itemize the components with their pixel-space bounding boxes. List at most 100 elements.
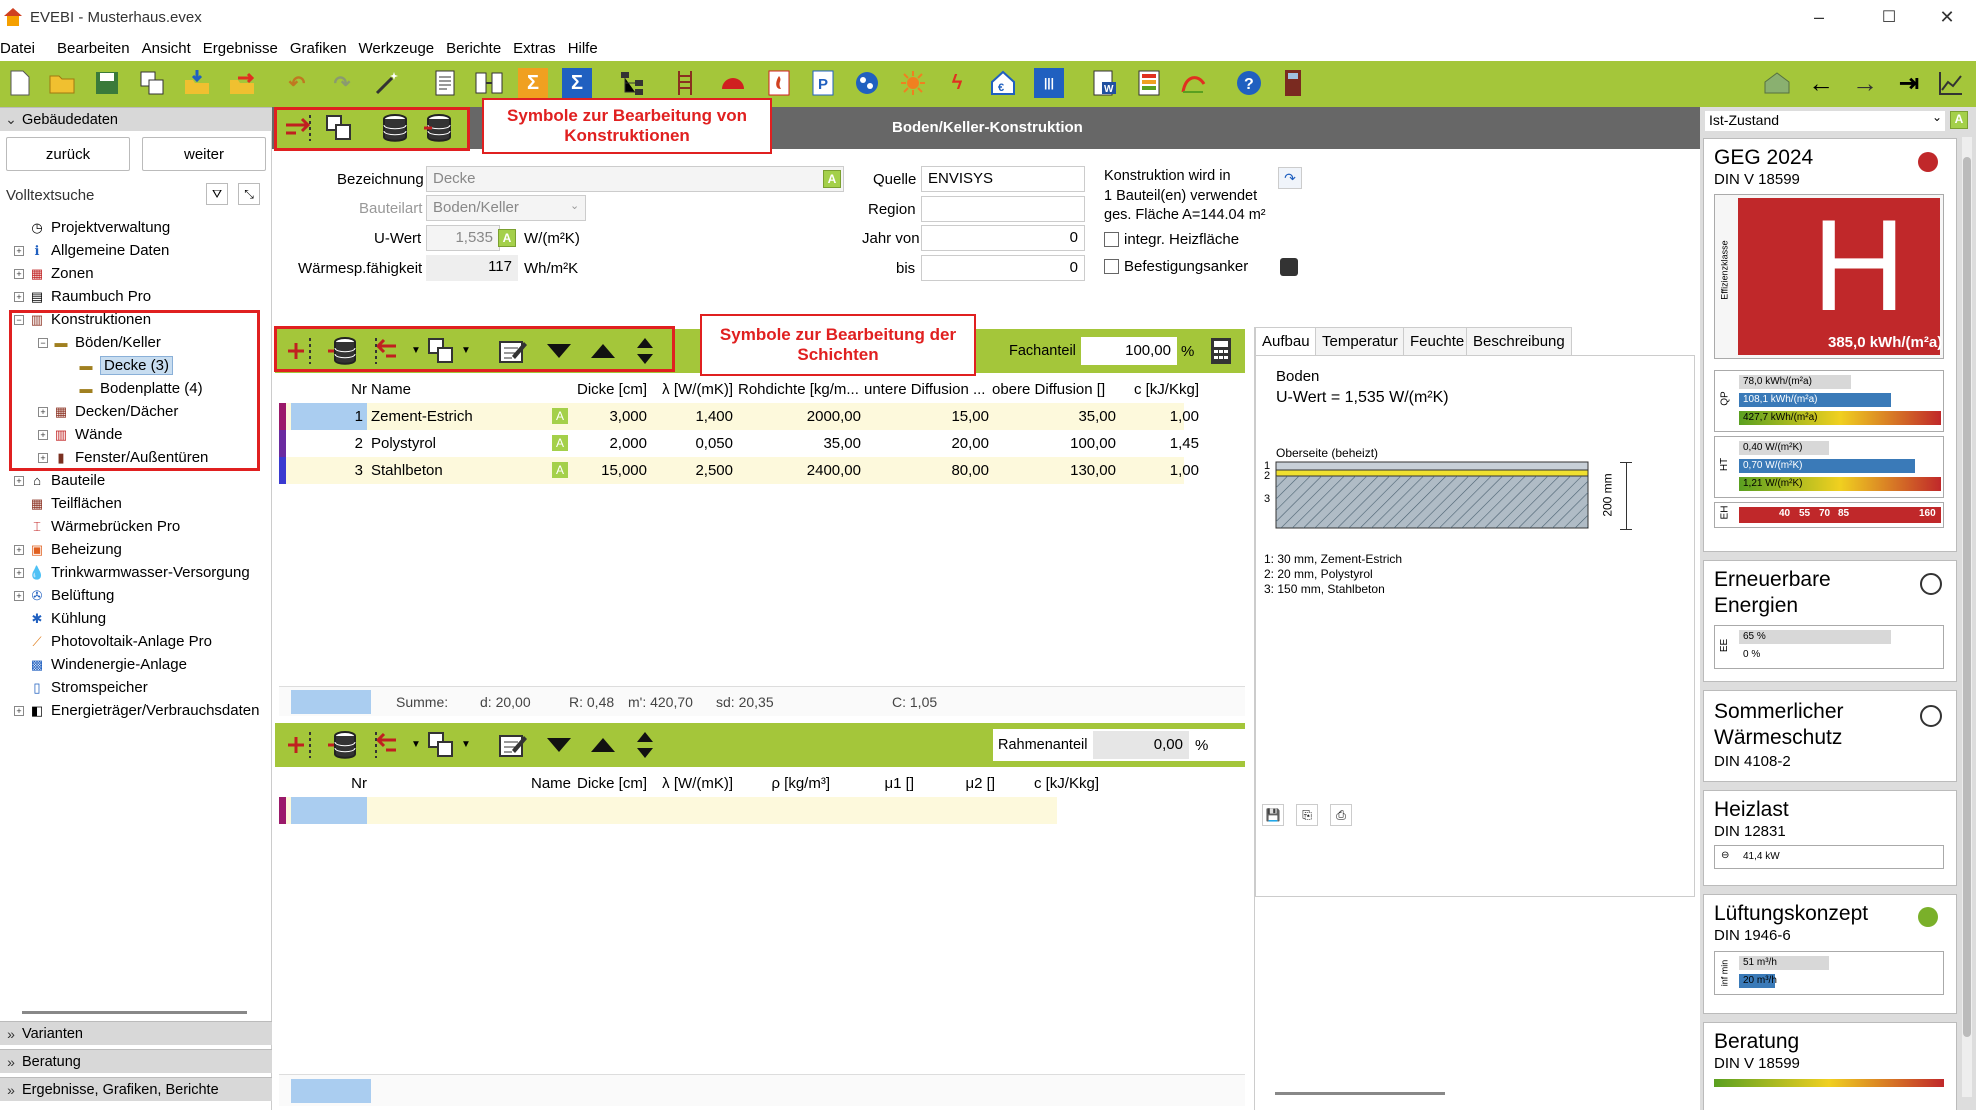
maximize-button[interactable]: ☐ bbox=[1860, 0, 1918, 34]
auto-badge[interactable]: A bbox=[552, 408, 568, 424]
forward-arrow-icon[interactable]: → bbox=[1850, 68, 1880, 98]
menu-werkzeuge[interactable]: Werkzeuge bbox=[359, 40, 443, 57]
lueftung-card[interactable]: Lüftungskonzept DIN 1946-6 inf min 51 m³… bbox=[1703, 894, 1957, 1014]
sommer-card[interactable]: Sommerlicher Wärmeschutz DIN 4108-2 bbox=[1703, 690, 1957, 782]
filter-icon[interactable]: ⛛ bbox=[206, 183, 228, 205]
beratung-card[interactable]: Beratung DIN V 18599 bbox=[1703, 1022, 1957, 1110]
document-icon[interactable] bbox=[430, 68, 460, 98]
geg-card[interactable]: GEG 2024 DIN V 18599 Effizienzklasse H 3… bbox=[1703, 138, 1957, 552]
expand-icon[interactable]: + bbox=[14, 475, 24, 486]
frame-up-icon[interactable] bbox=[587, 729, 619, 761]
col-name[interactable]: Name bbox=[371, 770, 571, 796]
auto-badge[interactable]: A bbox=[552, 435, 568, 451]
bezeichnung-input[interactable]: Decke bbox=[426, 166, 844, 192]
tab-feuchte[interactable]: Feuchte bbox=[1403, 327, 1472, 355]
tree-item-projektverwaltung[interactable]: ◷ Projektverwaltung bbox=[14, 216, 170, 239]
expand-icon[interactable]: + bbox=[14, 245, 24, 256]
scroll-thumb[interactable] bbox=[1963, 157, 1971, 1037]
house-3d-icon[interactable] bbox=[1762, 68, 1792, 98]
section-ergebnisse[interactable]: » Ergebnisse, Grafiken, Berichte bbox=[0, 1077, 272, 1101]
expand-icon[interactable]: + bbox=[14, 268, 24, 279]
fachanteil-input[interactable]: 100,00 bbox=[1081, 337, 1177, 365]
fire-icon[interactable] bbox=[764, 68, 794, 98]
copy-preview-icon[interactable]: ⎘ bbox=[1296, 804, 1318, 826]
frame-edit-icon[interactable] bbox=[497, 729, 529, 761]
table-row[interactable] bbox=[279, 797, 1057, 824]
jump-to-icon[interactable]: ⇥ bbox=[1894, 68, 1924, 98]
expand-icon[interactable]: + bbox=[14, 544, 24, 555]
euro-house-icon[interactable]: € bbox=[988, 68, 1018, 98]
tree-item-zonen[interactable]: + ▦ Zonen bbox=[14, 262, 94, 285]
frame-reorder-icon[interactable] bbox=[629, 729, 661, 761]
back-arrow-icon[interactable]: ← bbox=[1806, 68, 1836, 98]
expand-icon[interactable]: + bbox=[14, 590, 24, 601]
col-nr[interactable]: Nr bbox=[339, 770, 367, 796]
magic-wand-icon[interactable] bbox=[372, 68, 402, 98]
ladder-icon[interactable] bbox=[670, 68, 700, 98]
tree-item-photovoltaik[interactable]: ⟋ Photovoltaik-Anlage Pro bbox=[14, 630, 212, 653]
tree-item-raumbuch[interactable]: + ▤ Raumbuch Pro bbox=[14, 285, 151, 308]
anker-checkbox[interactable] bbox=[1104, 259, 1119, 274]
menu-berichte[interactable]: Berichte bbox=[446, 40, 509, 57]
sum-blue-icon[interactable]: Σ bbox=[562, 68, 592, 98]
chart-icon[interactable] bbox=[1936, 68, 1966, 98]
undo-icon[interactable]: ↶ bbox=[282, 68, 312, 98]
tab-beschreibung[interactable]: Beschreibung bbox=[1466, 327, 1572, 355]
col-obere-diffusion[interactable]: obere Diffusion [] bbox=[992, 376, 1116, 402]
heizflaeche-checkbox[interactable] bbox=[1104, 232, 1119, 247]
variant-dropdown[interactable]: Ist-Zustand bbox=[1705, 111, 1945, 131]
back-button[interactable]: zurück bbox=[6, 137, 130, 171]
col-c[interactable]: c [kJ/Kkg] bbox=[999, 770, 1099, 796]
tab-temperatur[interactable]: Temperatur bbox=[1315, 327, 1405, 355]
save-icon[interactable] bbox=[92, 68, 122, 98]
rahmen-input[interactable]: 0,00 bbox=[1093, 731, 1189, 759]
table-row[interactable]: 2 Polystyrol A 2,000 0,050 35,00 20,00 1… bbox=[279, 430, 1199, 457]
menu-bearbeiten[interactable]: Bearbeiten bbox=[57, 40, 138, 57]
col-dicke[interactable]: Dicke [cm] bbox=[575, 770, 647, 796]
frame-add-icon[interactable] bbox=[285, 729, 317, 761]
parking-icon[interactable]: P bbox=[808, 68, 838, 98]
dropdown-arrow-icon[interactable]: ▼ bbox=[411, 739, 421, 750]
calculator-icon[interactable] bbox=[1205, 335, 1237, 367]
word-report-icon[interactable]: W bbox=[1090, 68, 1120, 98]
col-mu1[interactable]: μ1 [] bbox=[834, 770, 915, 796]
structure-icon[interactable] bbox=[618, 68, 648, 98]
frame-down-icon[interactable] bbox=[543, 729, 575, 761]
export-icon[interactable] bbox=[227, 68, 257, 98]
region-input[interactable] bbox=[921, 196, 1085, 222]
col-untere-diffusion[interactable]: untere Diffusion ... bbox=[864, 376, 989, 402]
lightning-icon[interactable]: ϟ bbox=[942, 68, 972, 98]
menu-grafiken[interactable]: Grafiken bbox=[290, 40, 355, 57]
erneuerbare-card[interactable]: Erneuerbare Energien EE 65 % 0 % bbox=[1703, 560, 1957, 682]
tree-item-windenergie[interactable]: ▩ Windenergie-Anlage bbox=[14, 653, 187, 676]
bauteilart-select[interactable]: Boden/Keller bbox=[426, 195, 586, 221]
frame-move-icon[interactable] bbox=[373, 729, 405, 761]
close-button[interactable]: ✕ bbox=[1918, 0, 1976, 34]
expand-icon[interactable]: + bbox=[14, 567, 24, 578]
sun-icon[interactable] bbox=[898, 68, 928, 98]
copy-windows-icon[interactable] bbox=[137, 68, 167, 98]
tree-item-teilflaechen[interactable]: ▦ Teilflächen bbox=[14, 492, 122, 515]
save-preview-icon[interactable]: 💾 bbox=[1262, 804, 1284, 826]
vertical-scrollbar[interactable] bbox=[1962, 137, 1972, 1097]
col-dicke[interactable]: Dicke [cm] bbox=[575, 376, 647, 402]
jahrvon-input[interactable]: 0 bbox=[921, 225, 1085, 251]
help-icon[interactable]: ? bbox=[1234, 68, 1264, 98]
tree-item-bauteile[interactable]: + ⌂ Bauteile bbox=[14, 469, 105, 492]
exit-door-icon[interactable] bbox=[1278, 68, 1308, 98]
compare-icon[interactable] bbox=[474, 68, 504, 98]
expand-icon[interactable]: + bbox=[14, 705, 24, 716]
frame-copy-icon[interactable] bbox=[425, 729, 457, 761]
dropdown-arrow-icon[interactable]: ▼ bbox=[461, 739, 471, 750]
tree-item-beheizung[interactable]: + ▣ Beheizung bbox=[14, 538, 122, 561]
collapse-all-icon[interactable]: ⤡ bbox=[238, 183, 260, 205]
section-varianten[interactable]: » Varianten bbox=[0, 1021, 272, 1045]
section-gebaeudedaten[interactable]: ⌄ Gebäudedaten bbox=[0, 107, 272, 131]
col-rho[interactable]: ρ [kg/m³] bbox=[738, 770, 830, 796]
splitter[interactable] bbox=[22, 1011, 247, 1014]
globe-icon[interactable] bbox=[852, 68, 882, 98]
tree-item-trinkwarmwasser[interactable]: + 💧 Trinkwarmwasser-Versorgung bbox=[14, 561, 250, 584]
tree-item-stromspeicher[interactable]: ▯ Stromspeicher bbox=[14, 676, 147, 699]
helmet-icon[interactable] bbox=[718, 68, 748, 98]
goto-usage-icon[interactable]: ↷ bbox=[1278, 167, 1302, 189]
